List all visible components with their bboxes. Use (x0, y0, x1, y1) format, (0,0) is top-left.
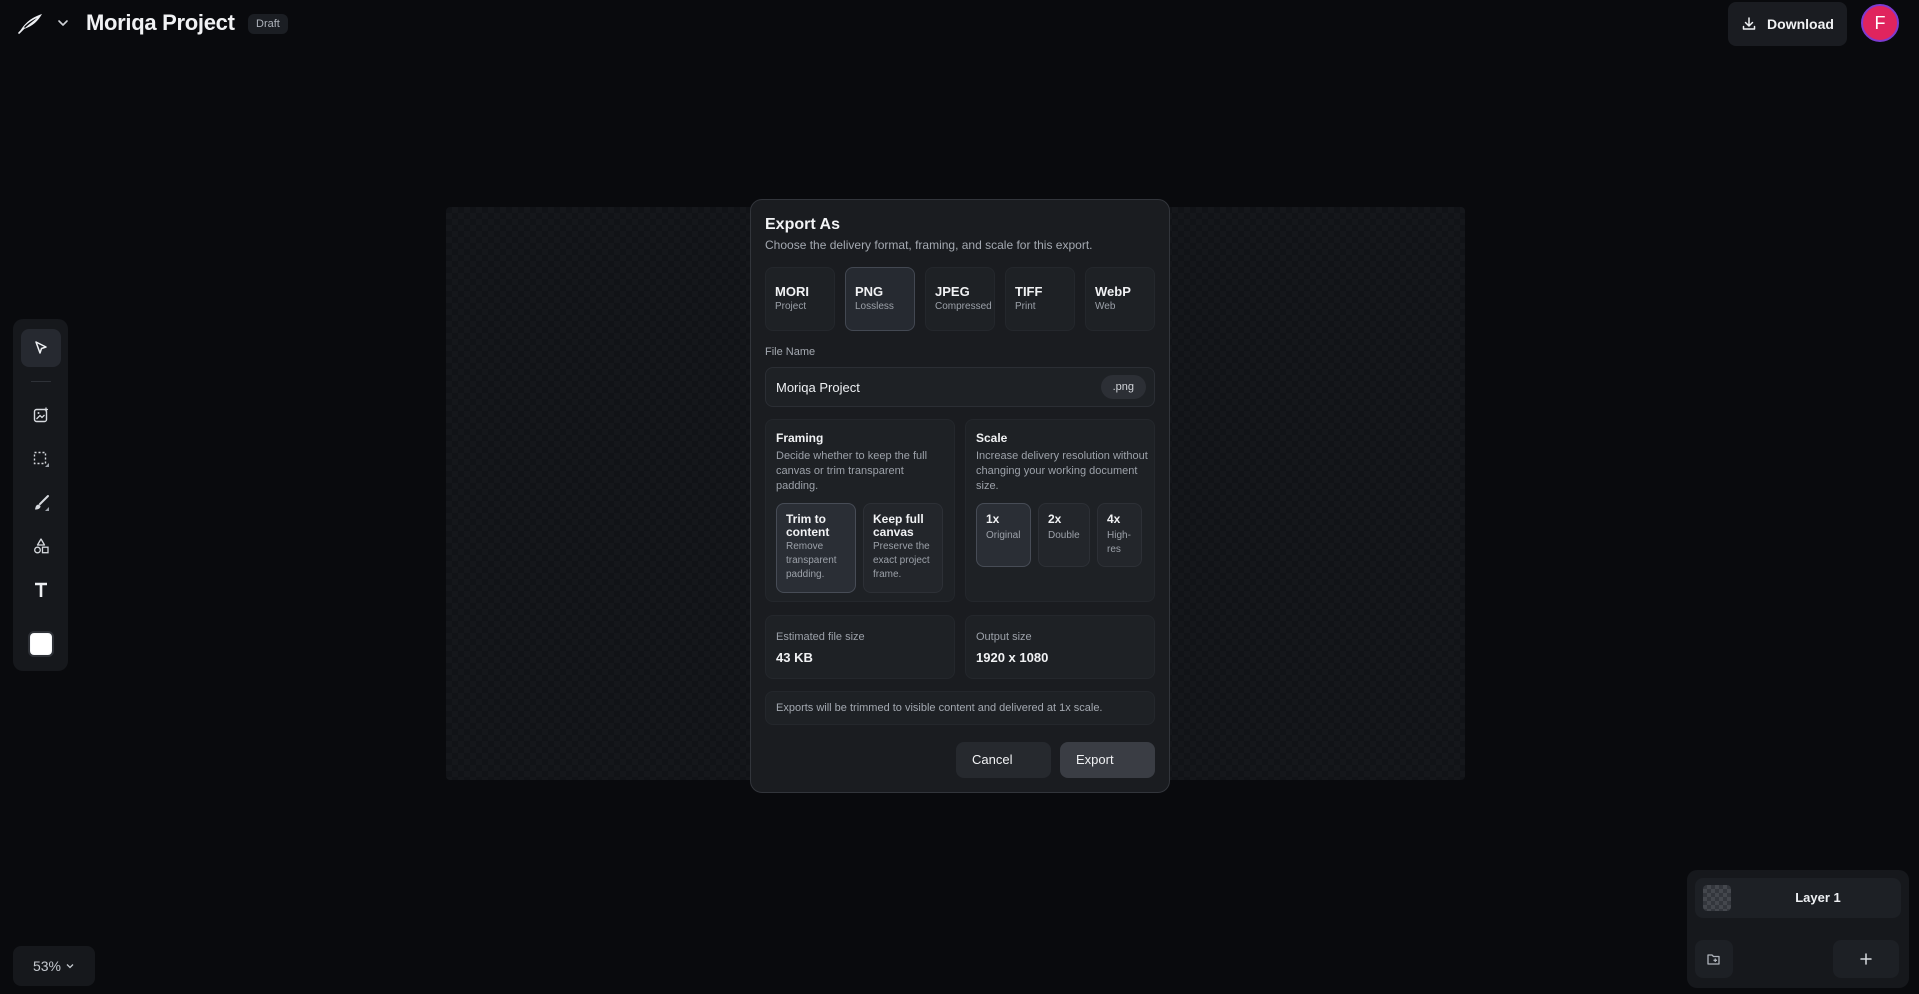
feather-logo-icon[interactable] (16, 12, 44, 36)
framing-option-full-canvas[interactable]: Keep full canvas Preserve the exact proj… (863, 503, 943, 593)
color-swatch-button[interactable] (21, 625, 61, 663)
format-name: PNG (855, 284, 884, 299)
format-name: TIFF (1015, 284, 1043, 299)
output-size-card: Output size 1920 x 1080 (965, 615, 1155, 679)
shapes-tool-button[interactable] (21, 527, 61, 565)
option-desc: Preserve the exact project frame. (873, 541, 930, 580)
tool-sidebar (13, 319, 68, 671)
brush-tool-button[interactable] (21, 484, 61, 522)
plus-icon (1860, 953, 1872, 965)
estimated-size-value: 43 KB (776, 650, 813, 665)
text-icon (35, 582, 47, 597)
format-desc: Print (1015, 301, 1036, 312)
layers-panel: Layer 1 (1687, 870, 1909, 988)
scale-panel: Scale Increase delivery resolution witho… (965, 419, 1155, 602)
file-extension-badge: .png (1100, 375, 1146, 399)
top-bar: Moriqa Project Draft Download F (0, 0, 1919, 48)
option-desc: High-res (1107, 530, 1131, 555)
paintbrush-icon (35, 495, 49, 511)
format-desc: Lossless (855, 301, 894, 312)
image-plus-icon (33, 407, 48, 423)
scale-option-1x[interactable]: 1x Original (976, 503, 1031, 567)
export-button[interactable]: Export (1060, 742, 1155, 778)
folder-plus-icon (1707, 954, 1720, 965)
avatar[interactable]: F (1861, 4, 1899, 42)
shapes-icon (34, 538, 49, 554)
scale-option-2x[interactable]: 2x Double (1038, 503, 1090, 567)
format-name: JPEG (935, 284, 970, 299)
framing-panel: Framing Decide whether to keep the full … (765, 419, 955, 602)
format-desc: Web (1095, 301, 1116, 312)
option-desc: Original (986, 530, 1021, 541)
option-name: 1x (986, 512, 1000, 526)
download-icon (1742, 17, 1756, 30)
add-image-tool-button[interactable] (21, 396, 61, 434)
framing-title: Framing (776, 431, 824, 445)
dialog-title: Export As (765, 216, 840, 233)
layer-name: Layer 1 (1795, 890, 1841, 905)
cancel-button[interactable]: Cancel (956, 742, 1051, 778)
framing-option-trim[interactable]: Trim to content Remove transparent paddi… (776, 503, 856, 593)
zoom-level: 53% (32, 958, 62, 974)
output-size-value: 1920 x 1080 (976, 650, 1049, 665)
file-name-field[interactable]: Moriqa Project .png (765, 367, 1155, 407)
layer-thumbnail (1703, 885, 1731, 911)
dialog-subtitle: Choose the delivery format, framing, and… (765, 238, 1093, 252)
format-option-mori[interactable]: MORI Project (765, 267, 835, 331)
format-name: WebP (1095, 284, 1131, 299)
add-layer-button[interactable] (1833, 940, 1899, 978)
framing-description: Decide whether to keep the full canvas o… (776, 450, 928, 492)
estimated-size-card: Estimated file size 43 KB (765, 615, 955, 679)
option-desc: Double (1048, 530, 1080, 541)
scale-option-4x[interactable]: 4x High-res (1097, 503, 1142, 567)
zoom-control[interactable]: 53% (13, 946, 95, 986)
chevron-down-icon (66, 964, 74, 969)
scale-description: Increase delivery resolution without cha… (976, 450, 1148, 492)
fill-color-swatch (28, 631, 54, 657)
format-option-tiff[interactable]: TIFF Print (1005, 267, 1075, 331)
text-tool-button[interactable] (21, 571, 61, 609)
export-summary-note: Exports will be trimmed to visible conte… (765, 691, 1155, 725)
export-dialog: Export As Choose the delivery format, fr… (750, 199, 1170, 793)
marquee-select-tool-button[interactable] (21, 440, 61, 478)
option-name: 4x (1107, 512, 1121, 526)
add-layer-folder-button[interactable] (1695, 940, 1733, 978)
format-option-jpeg[interactable]: JPEG Compressed (925, 267, 995, 331)
option-name: Keep full canvas (873, 512, 924, 539)
marquee-select-icon (33, 451, 49, 467)
download-label: Download (1767, 16, 1834, 32)
scale-title: Scale (976, 431, 1008, 445)
format-desc: Project (775, 301, 807, 312)
file-name-value: Moriqa Project (776, 380, 860, 395)
cursor-arrow-icon (35, 341, 47, 354)
format-option-png[interactable]: PNG Lossless (845, 267, 915, 331)
select-tool-button[interactable] (21, 329, 61, 367)
format-option-webp[interactable]: WebP Web (1085, 267, 1155, 331)
output-size-label: Output size (976, 631, 1032, 643)
format-name: MORI (775, 284, 809, 299)
option-desc: Remove transparent padding. (786, 541, 837, 580)
status-badge: Draft (248, 14, 288, 34)
chevron-down-icon[interactable] (56, 16, 70, 30)
toolbar-divider (31, 381, 51, 382)
format-desc: Compressed (935, 301, 992, 312)
project-title[interactable]: Moriqa Project (86, 10, 235, 36)
option-name: Trim to content (786, 512, 830, 539)
layer-item[interactable]: Layer 1 (1695, 878, 1901, 918)
option-name: 2x (1048, 512, 1062, 526)
download-button[interactable]: Download (1728, 2, 1847, 46)
file-name-label: File Name (765, 346, 816, 358)
estimated-size-label: Estimated file size (776, 631, 865, 643)
